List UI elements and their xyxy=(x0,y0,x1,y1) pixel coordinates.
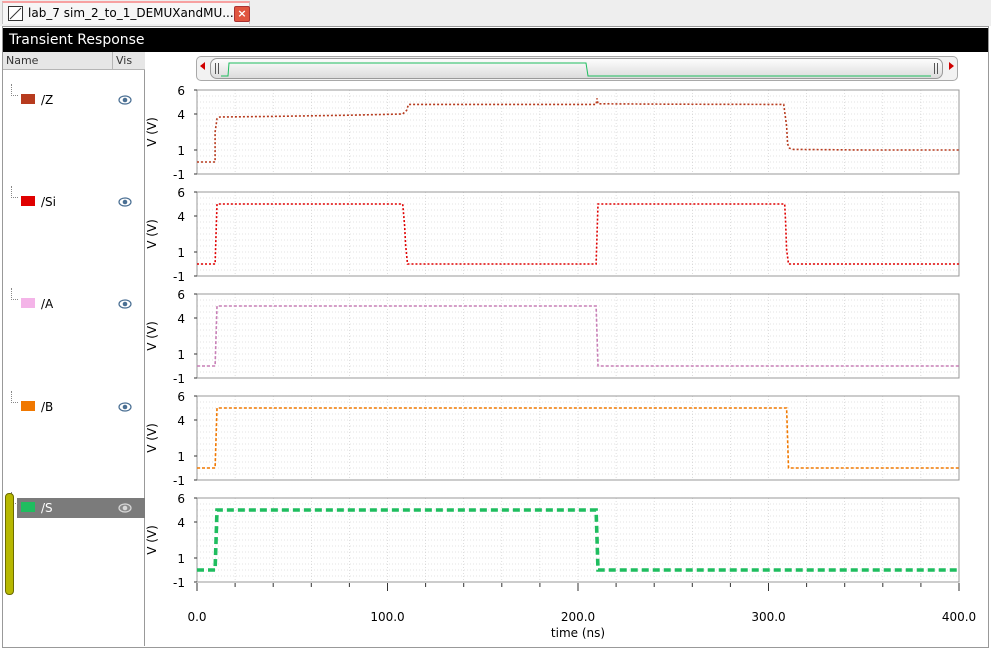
subplot-si[interactable]: 6 4 1 -1 V (V) xyxy=(145,186,960,284)
y-tick-label: 6 xyxy=(177,492,185,506)
y-tick-label: 4 xyxy=(177,312,185,326)
y-tick-label: 1 xyxy=(177,552,185,566)
y-tick-label: -1 xyxy=(173,474,185,488)
subplot-s[interactable]: 6 4 1 -1 V (V) xyxy=(145,492,960,590)
subplot-a[interactable]: 6 4 1 -1 V (V) xyxy=(145,288,960,386)
y-axis-label: V (V) xyxy=(145,423,159,453)
x-tick-label: 200.0 xyxy=(561,610,595,624)
y-tick-label: 6 xyxy=(177,288,185,302)
y-tick-label: 4 xyxy=(177,210,185,224)
y-axis-label: V (V) xyxy=(145,321,159,351)
y-tick-label: -1 xyxy=(173,372,185,386)
x-tick-label: 0.0 xyxy=(187,610,206,624)
y-tick-label: 1 xyxy=(177,144,185,158)
subplot-b[interactable]: 6 4 1 -1 V (V) xyxy=(145,390,960,488)
subplot-z[interactable]: 6 4 1 -1 V (V) xyxy=(145,84,960,182)
y-tick-label: 4 xyxy=(177,516,185,530)
y-tick-label: 1 xyxy=(177,450,185,464)
x-tick-label: 300.0 xyxy=(751,610,785,624)
y-tick-label: -1 xyxy=(173,576,185,590)
y-tick-label: 1 xyxy=(177,348,185,362)
y-tick-label: -1 xyxy=(173,168,185,182)
y-tick-label: 4 xyxy=(177,414,185,428)
x-tick-label: 400.0 xyxy=(942,610,976,624)
y-axis-label: V (V) xyxy=(145,219,159,249)
y-axis-label: V (V) xyxy=(145,117,159,147)
y-tick-label: 6 xyxy=(177,84,185,98)
y-tick-label: 4 xyxy=(177,108,185,122)
y-tick-label: -1 xyxy=(173,270,185,284)
plot-area[interactable]: 6 4 1 -1 V (V) 6 4 1 -1 V (V) 6 4 1 -1 V (V) 6 4 1 -1 V (V)… xyxy=(0,0,991,650)
y-tick-label: 1 xyxy=(177,246,185,260)
x-tick-label: 100.0 xyxy=(370,610,404,624)
y-tick-label: 6 xyxy=(177,186,185,200)
x-axis-label: time (ns) xyxy=(551,626,605,640)
y-axis-label: V (V) xyxy=(145,525,159,555)
y-tick-label: 6 xyxy=(177,390,185,404)
